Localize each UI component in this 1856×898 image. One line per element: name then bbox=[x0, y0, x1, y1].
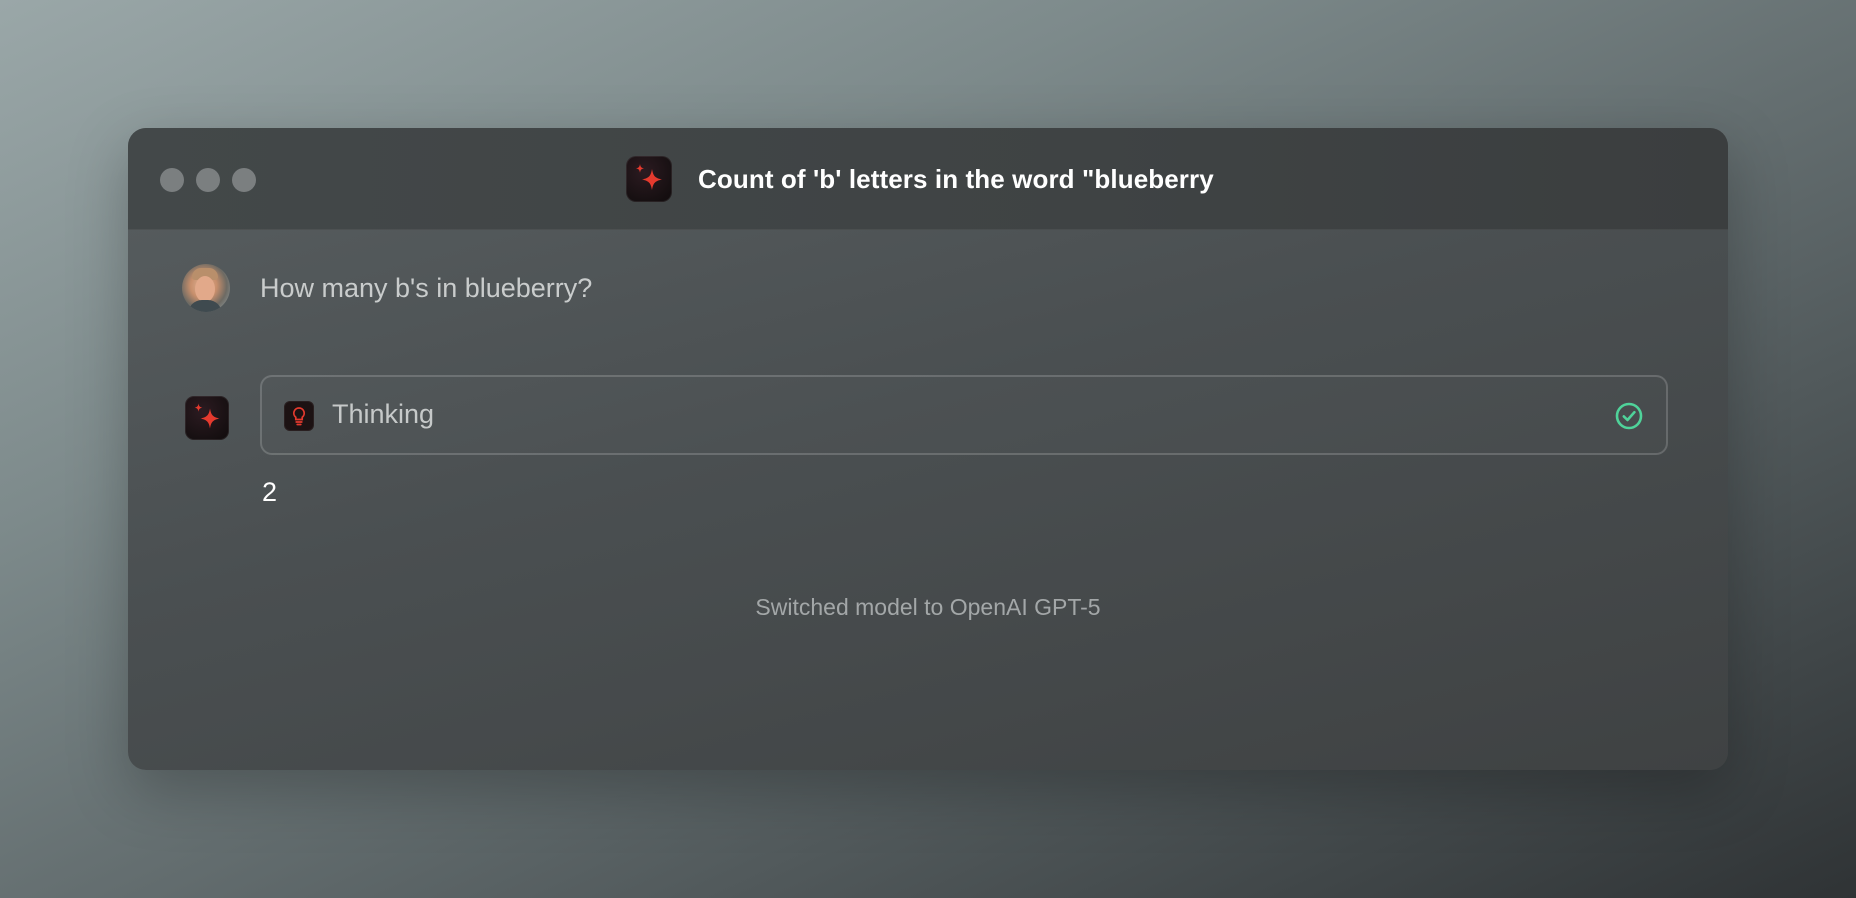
app-window: Count of 'b' letters in the word "bluebe… bbox=[128, 128, 1728, 770]
user-avatar bbox=[182, 264, 230, 312]
lightbulb-icon bbox=[284, 401, 314, 431]
check-circle-icon bbox=[1615, 402, 1643, 430]
window-title: Count of 'b' letters in the word "bluebe… bbox=[698, 163, 1214, 194]
window-close-button[interactable] bbox=[160, 168, 184, 192]
title-bar: Count of 'b' letters in the word "bluebe… bbox=[128, 128, 1728, 230]
window-minimize-button[interactable] bbox=[196, 168, 220, 192]
thinking-label: Thinking bbox=[332, 399, 435, 429]
assistant-sparkle-icon bbox=[185, 396, 229, 440]
window-zoom-button[interactable] bbox=[232, 168, 256, 192]
user-message-row: How many b's in blueberry? bbox=[182, 263, 592, 313]
assistant-answer: 2 bbox=[262, 477, 278, 507]
user-message: How many b's in blueberry? bbox=[260, 272, 593, 303]
model-switch-notice: Switched model to OpenAI GPT-5 bbox=[755, 594, 1101, 620]
thinking-panel[interactable]: Thinking bbox=[260, 375, 1668, 455]
sparkle-app-icon bbox=[626, 156, 672, 202]
window-title-group: Count of 'b' letters in the word "bluebe… bbox=[626, 156, 1214, 202]
